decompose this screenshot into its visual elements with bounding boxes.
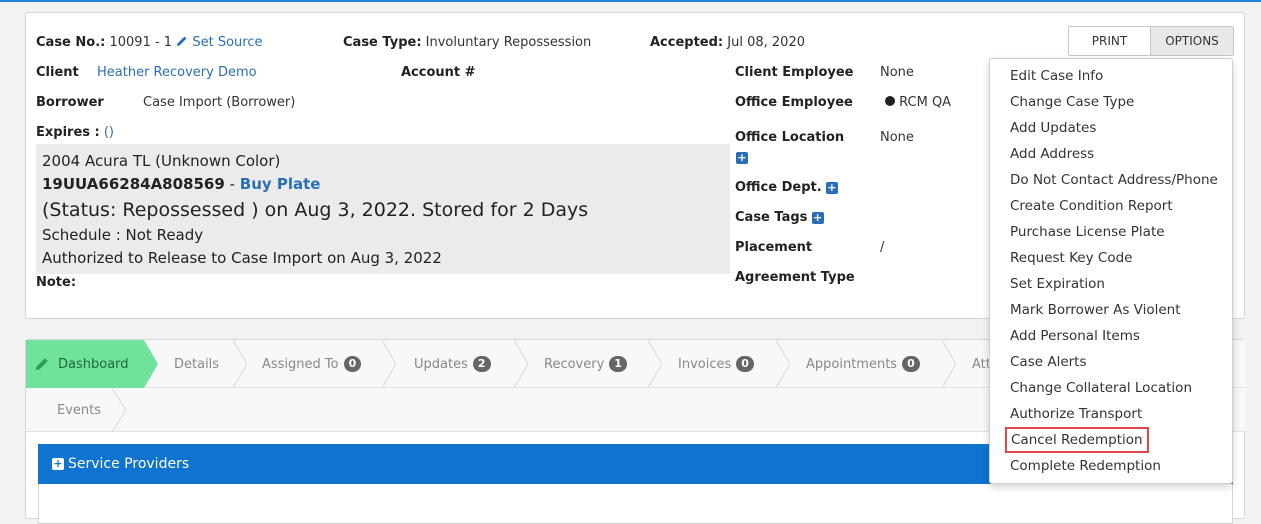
buy-plate-link[interactable]: Buy Plate [240, 175, 321, 193]
options-dropdown-menu: Edit Case Info Change Case Type Add Upda… [989, 58, 1233, 484]
menu-item-add-personal-items[interactable]: Add Personal Items [990, 323, 1232, 349]
tab-separator-icon [112, 388, 126, 432]
menu-item-edit-case-info[interactable]: Edit Case Info [990, 63, 1232, 89]
client-employee-label: Client Employee [735, 65, 854, 80]
tab-separator-icon [382, 340, 396, 388]
menu-item-add-updates[interactable]: Add Updates [990, 115, 1232, 141]
add-case-tag-plus-icon[interactable]: + [811, 212, 824, 224]
placement-label: Placement [735, 240, 813, 255]
service-providers-body [38, 484, 1233, 524]
office-employee: RCM QA [885, 95, 951, 110]
tab-events[interactable]: Events [57, 388, 101, 432]
pencil-icon [177, 36, 187, 46]
menu-item-case-alerts[interactable]: Case Alerts [990, 349, 1232, 375]
status-dot-icon [885, 96, 895, 106]
vin-line: 19UUA66284A808569 - Buy Plate [42, 175, 321, 193]
case-number: Case No.: 10091 - 1 Set Source [36, 35, 263, 50]
note-label: Note: [36, 275, 77, 290]
vehicle-authorized: Authorized to Release to Case Import on … [42, 249, 442, 267]
case-tags: Case Tags + [735, 210, 824, 225]
placement-value: / [880, 240, 885, 255]
expand-plus-icon: + [52, 457, 64, 470]
tab-assigned-to[interactable]: Assigned To 0 [262, 340, 362, 388]
menu-item-cancel-redemption[interactable]: Cancel Redemption [990, 427, 1232, 453]
vehicle-status: (Status: Repossessed ) on Aug 3, 2022. S… [42, 199, 589, 221]
menu-item-change-collateral-location[interactable]: Change Collateral Location [990, 375, 1232, 401]
office-location-label: Office Location [735, 130, 845, 145]
options-button[interactable]: OPTIONS [1151, 26, 1234, 56]
office-employee-label: Office Employee [735, 95, 853, 110]
menu-item-request-key-code[interactable]: Request Key Code [990, 245, 1232, 271]
client-link[interactable]: Heather Recovery Demo [97, 65, 257, 80]
office-dept: Office Dept. + [735, 180, 838, 195]
account-label: Account # [401, 65, 476, 80]
borrower-label: Borrower [36, 95, 104, 110]
vehicle-description: 2004 Acura TL (Unknown Color) [42, 152, 281, 170]
menu-item-do-not-contact[interactable]: Do Not Contact Address/Phone [990, 167, 1232, 193]
menu-item-set-expiration[interactable]: Set Expiration [990, 271, 1232, 297]
vin-number: 19UUA66284A808569 [42, 175, 225, 193]
case-type: Case Type: Involuntary Repossession [343, 35, 592, 50]
menu-item-create-condition-report[interactable]: Create Condition Report [990, 193, 1232, 219]
tab-dashboard[interactable]: Dashboard [26, 340, 158, 388]
add-office-dept-plus-icon[interactable]: + [825, 182, 838, 194]
tab-appointments[interactable]: Appointments 0 [806, 340, 920, 388]
menu-item-authorize-transport[interactable]: Authorize Transport [990, 401, 1232, 427]
pencil-icon [36, 358, 48, 370]
menu-item-purchase-license-plate[interactable]: Purchase License Plate [990, 219, 1232, 245]
vehicle-schedule: Schedule : Not Ready [42, 226, 204, 244]
borrower-value: Case Import (Borrower) [143, 95, 296, 110]
menu-item-change-case-type[interactable]: Change Case Type [990, 89, 1232, 115]
tab-separator-icon [233, 340, 247, 388]
header-button-group: PRINT OPTIONS [1068, 26, 1234, 56]
tab-details[interactable]: Details [174, 340, 219, 388]
set-source-link[interactable]: Set Source [176, 35, 263, 50]
menu-item-mark-borrower-violent[interactable]: Mark Borrower As Violent [990, 297, 1232, 323]
expires: Expires : () [36, 125, 115, 140]
tab-separator-icon [514, 340, 528, 388]
tab-separator-icon [942, 340, 956, 388]
agreement-type-label: Agreement Type [735, 270, 855, 285]
top-accent-line [0, 0, 1261, 2]
add-office-location-plus-icon[interactable]: + [736, 152, 748, 164]
tab-separator-icon [776, 340, 790, 388]
tab-updates[interactable]: Updates 2 [414, 340, 491, 388]
client-employee-value: None [880, 65, 914, 80]
menu-item-complete-redemption[interactable]: Complete Redemption [990, 453, 1232, 479]
tab-recovery[interactable]: Recovery 1 [544, 340, 627, 388]
tab-invoices[interactable]: Invoices 0 [678, 340, 754, 388]
vehicle-info-box: 2004 Acura TL (Unknown Color) 19UUA66284… [36, 144, 730, 274]
office-location-value: None [880, 130, 914, 145]
print-button[interactable]: PRINT [1068, 26, 1151, 56]
client-label: Client [36, 65, 79, 80]
accepted-date: Accepted: Jul 08, 2020 [650, 35, 805, 50]
tab-separator-icon [648, 340, 662, 388]
tab-chevron-icon [144, 340, 158, 388]
expires-link[interactable]: () [104, 125, 114, 140]
menu-item-add-address[interactable]: Add Address [990, 141, 1232, 167]
